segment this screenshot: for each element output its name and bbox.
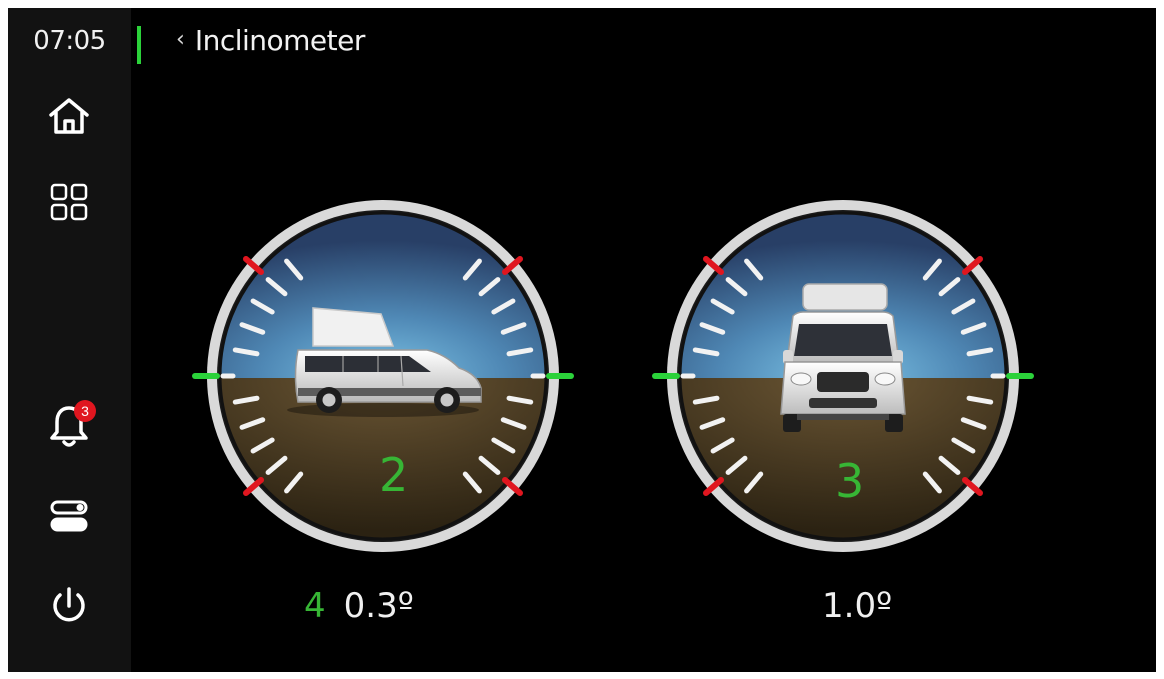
chevron-left-icon: ‹ — [176, 27, 185, 52]
front-tilt-gauge — [652, 200, 1034, 552]
front-gauge-marker-number: 3 — [835, 454, 865, 508]
switches-button[interactable] — [34, 486, 104, 546]
power-icon — [53, 587, 85, 622]
power-button[interactable] — [34, 576, 104, 636]
notification-count-badge: 3 — [74, 400, 96, 422]
side-tilt-reading: 4 0.3º — [304, 586, 414, 626]
back-button[interactable]: ‹ Inclinometer — [176, 24, 365, 57]
active-indicator-bar — [137, 26, 141, 64]
home-icon — [49, 98, 89, 134]
front-tilt-reading: 1.0º — [822, 586, 892, 626]
side-gauge-marker-number: 2 — [379, 448, 409, 502]
notifications-button[interactable]: 3 — [34, 396, 104, 456]
clock: 07:05 — [33, 26, 106, 56]
home-button[interactable] — [34, 86, 104, 146]
side-tilt-gauge — [192, 200, 574, 552]
side-tilt-value: 0.3º — [343, 586, 414, 626]
apps-button[interactable] — [34, 172, 104, 232]
apps-grid-icon — [50, 183, 88, 221]
sidebar: 07:05 3 — [8, 8, 131, 672]
switches-icon — [50, 500, 88, 532]
page-title: Inclinometer — [194, 24, 366, 57]
side-reading-index: 4 — [304, 586, 326, 626]
front-tilt-value: 1.0º — [822, 586, 893, 626]
app-screen: 07:05 3 ‹ Inclinometer 2 3 4 0.3º 1.0º — [8, 8, 1156, 672]
